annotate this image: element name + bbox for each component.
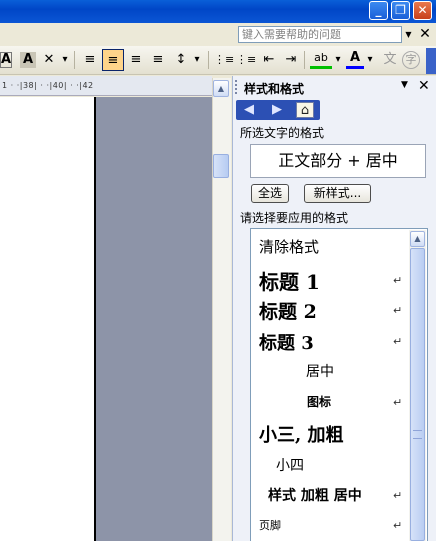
minimize-button[interactable]: _ <box>369 1 388 20</box>
style-item-xiaosi[interactable]: 小四 <box>276 455 304 475</box>
pane-grip-icon[interactable] <box>235 80 240 94</box>
style-item-heading1[interactable]: 标题 1 <box>259 266 320 295</box>
decrease-indent-icon[interactable]: ⇤ <box>260 49 278 71</box>
scroll-grip-icon <box>413 430 422 439</box>
numbering-icon[interactable]: ⋮≡ <box>214 49 234 71</box>
new-style-button[interactable]: 新样式... <box>304 184 371 203</box>
scroll-up-button[interactable]: ▲ <box>213 80 229 97</box>
toolbar-separator <box>208 51 209 69</box>
phonetic-guide-icon[interactable]: 文 <box>380 49 400 71</box>
current-style-box: 正文部分 + 居中 <box>250 144 426 178</box>
scroll-thumb[interactable] <box>213 154 229 178</box>
document-page[interactable] <box>0 97 94 541</box>
toolbar-separator <box>304 51 305 69</box>
style-item-icon[interactable]: 图标 <box>307 393 331 410</box>
highlight-icon[interactable]: ab <box>310 49 332 69</box>
char-scale-dropdown-icon[interactable]: ▾ <box>60 49 70 71</box>
apply-format-label: 请选择要应用的格式 <box>240 211 349 225</box>
toolbar-separator <box>74 51 75 69</box>
char-shading-button[interactable]: A <box>20 52 36 68</box>
home-icon[interactable]: ⌂ <box>296 102 314 118</box>
close-document-button[interactable]: ✕ <box>418 25 432 43</box>
style-item-heading3[interactable]: 标题 3 <box>259 329 314 355</box>
style-list-scroll-up[interactable]: ▲ <box>410 231 425 247</box>
align-right-button[interactable]: ≡ <box>126 49 146 71</box>
align-center-button[interactable]: ≡ <box>102 49 124 71</box>
paragraph-mark-icon: ↵ <box>393 274 403 287</box>
paragraph-mark-icon: ↵ <box>393 335 403 348</box>
char-border-button[interactable]: A <box>0 52 12 68</box>
restore-button[interactable]: ❐ <box>391 1 410 20</box>
back-icon[interactable]: ◀ <box>240 102 258 118</box>
help-dropdown-icon[interactable]: ▼ <box>402 26 415 43</box>
style-item-bold-center[interactable]: 样式 加粗 居中 <box>268 485 362 505</box>
font-color-dropdown-icon[interactable]: ▾ <box>365 49 375 71</box>
paragraph-mark-icon: ↵ <box>393 396 403 409</box>
font-color-icon[interactable]: A <box>346 49 364 69</box>
document-workspace <box>96 97 212 541</box>
align-justify-button[interactable]: ≡ <box>80 49 100 71</box>
bullets-icon[interactable]: ⋮≡ <box>236 49 256 71</box>
align-distributed-button[interactable]: ≡ <box>148 49 168 71</box>
toolbar-options-icon[interactable] <box>426 48 436 74</box>
close-window-button[interactable]: ✕ <box>413 1 432 20</box>
pane-close-button[interactable]: ✕ <box>418 78 430 94</box>
paragraph-mark-icon: ↵ <box>393 519 403 532</box>
style-item-clear[interactable]: 清除格式 <box>259 236 319 257</box>
help-search-input[interactable]: 键入需要帮助的问题 <box>238 26 402 43</box>
char-scale-icon[interactable]: ✕ <box>40 49 58 71</box>
style-list-scroll-thumb[interactable] <box>410 248 425 541</box>
paragraph-mark-icon: ↵ <box>393 489 403 502</box>
select-all-button[interactable]: 全选 <box>251 184 289 203</box>
forward-icon[interactable]: ▶ <box>268 102 286 118</box>
style-item-center[interactable]: 居中 <box>306 361 334 381</box>
increase-indent-icon[interactable]: ⇥ <box>282 49 300 71</box>
line-spacing-icon[interactable]: ↕ <box>172 49 190 71</box>
highlight-dropdown-icon[interactable]: ▾ <box>333 49 343 71</box>
pane-title: 样式和格式 <box>244 82 305 96</box>
selected-format-label: 所选文字的格式 <box>240 126 325 140</box>
enclose-characters-icon[interactable]: 字 <box>402 51 420 69</box>
pane-dropdown-icon[interactable]: ▼ <box>401 80 408 90</box>
style-item-heading2[interactable]: 标题 2 <box>259 297 317 324</box>
paragraph-mark-icon: ↵ <box>393 304 403 317</box>
horizontal-ruler: 1 · ·|38| · ·|40| · ·|42 <box>0 76 212 96</box>
vertical-scrollbar[interactable] <box>212 78 231 541</box>
style-item-footer[interactable]: 页脚 <box>259 517 281 533</box>
style-item-xiaosan-bold[interactable]: 小三, 加粗 <box>259 421 344 447</box>
line-spacing-dropdown-icon[interactable]: ▾ <box>192 49 202 71</box>
